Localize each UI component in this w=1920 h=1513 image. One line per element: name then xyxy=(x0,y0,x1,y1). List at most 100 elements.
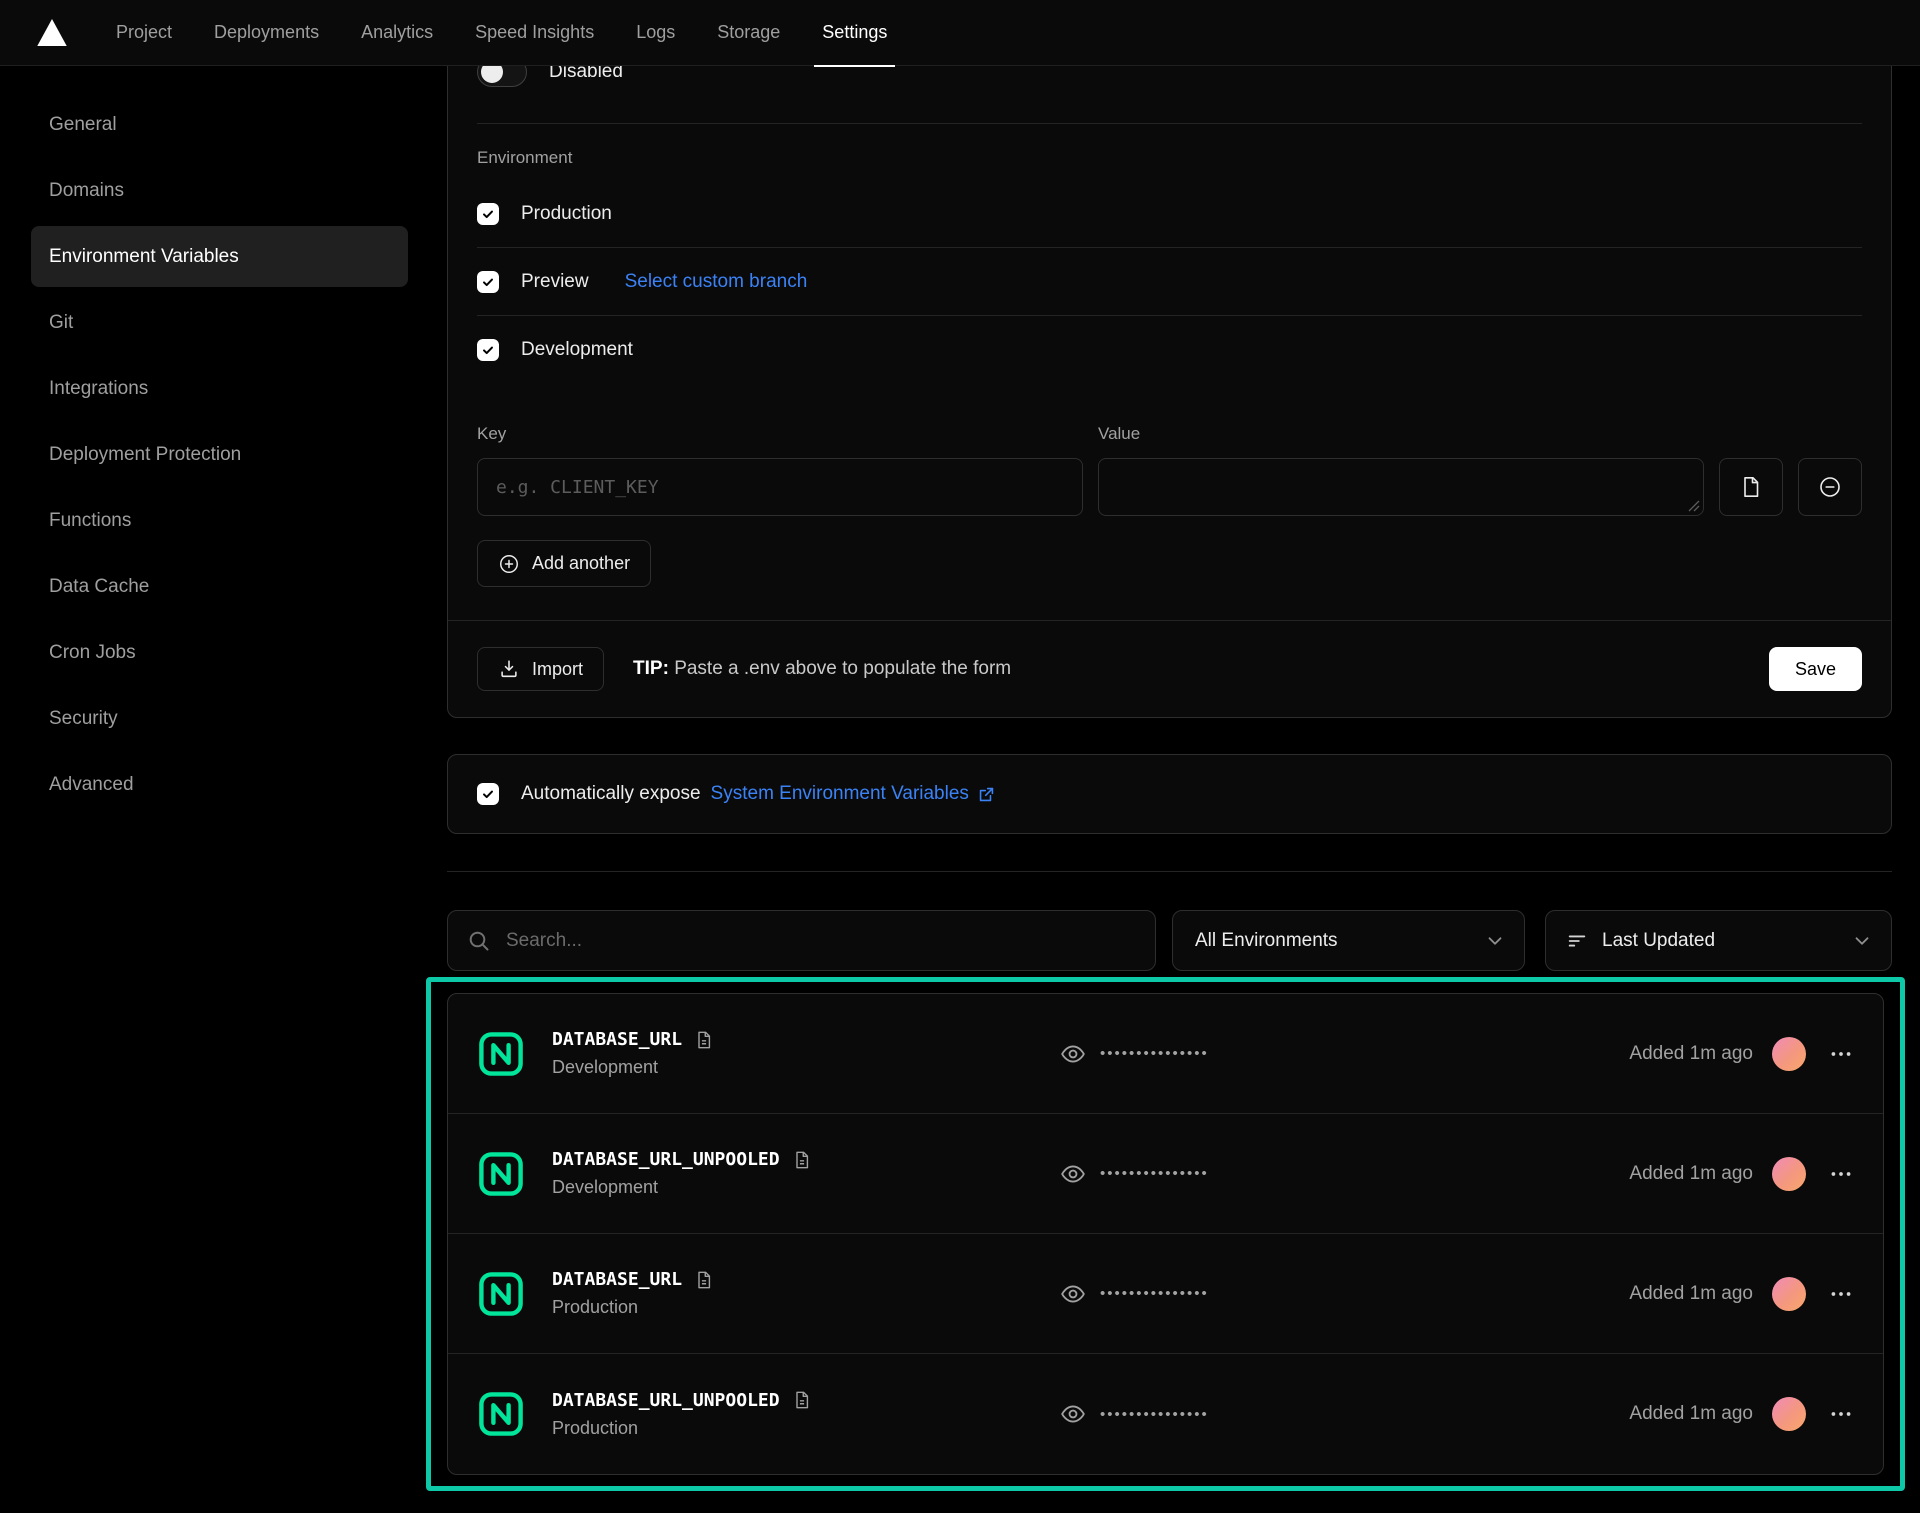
ellipsis-icon xyxy=(1828,1281,1854,1307)
key-input[interactable] xyxy=(477,458,1083,516)
value-input-wrapper xyxy=(1098,458,1704,516)
env-var-row: DATABASE_URL_UNPOOLED Development ••••••… xyxy=(448,1114,1883,1234)
tab-deployments[interactable]: Deployments xyxy=(193,0,340,66)
env-var-editor: Disabled Environment Production Preview … xyxy=(447,36,1892,718)
sidebar-item-integrations[interactable]: Integrations xyxy=(31,358,408,419)
sidebar-item-environment-variables[interactable]: Environment Variables xyxy=(31,226,408,287)
sidebar-item-security[interactable]: Security xyxy=(31,688,408,749)
value-mask: ••••••••••••••• xyxy=(1100,1165,1209,1182)
sidebar-item-cron-jobs[interactable]: Cron Jobs xyxy=(31,622,408,683)
sort-lines-icon xyxy=(1566,930,1588,952)
file-icon xyxy=(1739,475,1763,499)
production-label: Production xyxy=(521,203,612,225)
divider xyxy=(447,871,1892,872)
environment-section-label: Environment xyxy=(477,148,1862,168)
added-timestamp: Added 1m ago xyxy=(1629,1163,1753,1185)
vercel-logo-icon[interactable] xyxy=(37,19,67,46)
variable-environment: Production xyxy=(552,1418,812,1439)
production-checkbox[interactable] xyxy=(477,203,499,225)
variable-name: DATABASE_URL_UNPOOLED xyxy=(552,1149,780,1170)
env-var-row: DATABASE_URL Development •••••••••••••••… xyxy=(448,994,1883,1114)
ellipsis-icon xyxy=(1828,1041,1854,1067)
variable-name: DATABASE_URL xyxy=(552,1029,682,1050)
neon-icon xyxy=(477,1150,525,1198)
avatar xyxy=(1772,1397,1806,1431)
variable-name: DATABASE_URL_UNPOOLED xyxy=(552,1390,780,1411)
system-env-label: Automatically expose xyxy=(521,783,701,805)
sidebar-item-deployment-protection[interactable]: Deployment Protection xyxy=(31,424,408,485)
sort-dropdown[interactable]: Last Updated xyxy=(1545,910,1892,971)
value-input[interactable] xyxy=(1099,459,1703,515)
file-icon[interactable] xyxy=(694,1270,714,1290)
tab-analytics[interactable]: Analytics xyxy=(340,0,454,66)
sidebar-item-advanced[interactable]: Advanced xyxy=(31,754,408,815)
file-icon[interactable] xyxy=(792,1390,812,1410)
select-custom-branch-link[interactable]: Select custom branch xyxy=(625,271,808,293)
file-icon[interactable] xyxy=(792,1150,812,1170)
paste-env-file-button[interactable] xyxy=(1719,458,1783,516)
system-env-link[interactable]: System Environment Variables xyxy=(711,783,996,805)
tab-speed-insights[interactable]: Speed Insights xyxy=(454,0,615,66)
environment-option-preview: Preview Select custom branch xyxy=(477,248,1862,316)
env-var-row: DATABASE_URL Production ••••••••••••••• … xyxy=(448,1234,1883,1354)
search-input[interactable] xyxy=(447,910,1156,971)
tab-project[interactable]: Project xyxy=(95,0,193,66)
preview-checkbox[interactable] xyxy=(477,271,499,293)
resize-handle-icon[interactable] xyxy=(1688,500,1700,512)
top-nav: Project Deployments Analytics Speed Insi… xyxy=(0,0,1920,66)
external-link-icon xyxy=(977,785,996,804)
variable-environment: Development xyxy=(552,1177,812,1198)
settings-sidebar: General Domains Environment Variables Gi… xyxy=(0,66,447,820)
row-menu-button[interactable] xyxy=(1828,1281,1854,1307)
check-icon xyxy=(481,207,495,221)
eye-icon[interactable] xyxy=(1060,1281,1086,1307)
env-var-row: DATABASE_URL_UNPOOLED Production •••••••… xyxy=(448,1354,1883,1474)
filters-row: All Environments Last Updated xyxy=(447,910,1892,971)
neon-icon xyxy=(477,1390,525,1438)
row-menu-button[interactable] xyxy=(1828,1401,1854,1427)
eye-icon[interactable] xyxy=(1060,1401,1086,1427)
sidebar-item-functions[interactable]: Functions xyxy=(31,490,408,551)
main-content: Disabled Environment Production Preview … xyxy=(447,66,1920,1491)
value-label: Value xyxy=(1098,424,1704,444)
avatar xyxy=(1772,1277,1806,1311)
chevron-down-icon xyxy=(1851,930,1873,952)
neon-icon xyxy=(477,1270,525,1318)
environment-option-production: Production xyxy=(477,180,1862,248)
check-icon xyxy=(481,275,495,289)
avatar xyxy=(1772,1037,1806,1071)
tab-storage[interactable]: Storage xyxy=(696,0,801,66)
search-icon xyxy=(467,929,491,953)
sidebar-item-domains[interactable]: Domains xyxy=(31,160,408,221)
env-var-list: DATABASE_URL Development •••••••••••••••… xyxy=(447,993,1884,1475)
remove-row-button[interactable] xyxy=(1798,458,1862,516)
save-button[interactable]: Save xyxy=(1769,647,1862,691)
check-icon xyxy=(481,343,495,357)
row-menu-button[interactable] xyxy=(1828,1041,1854,1067)
search-wrapper xyxy=(447,910,1156,971)
preview-label: Preview xyxy=(521,271,589,293)
added-timestamp: Added 1m ago xyxy=(1629,1283,1753,1305)
sidebar-item-git[interactable]: Git xyxy=(31,292,408,353)
avatar xyxy=(1772,1157,1806,1191)
tab-settings[interactable]: Settings xyxy=(801,0,908,66)
value-mask: ••••••••••••••• xyxy=(1100,1285,1209,1302)
file-icon[interactable] xyxy=(694,1030,714,1050)
minus-circle-icon xyxy=(1818,475,1842,499)
eye-icon[interactable] xyxy=(1060,1161,1086,1187)
development-checkbox[interactable] xyxy=(477,339,499,361)
key-label: Key xyxy=(477,424,1083,444)
tab-logs[interactable]: Logs xyxy=(615,0,696,66)
sidebar-item-general[interactable]: General xyxy=(31,94,408,155)
row-menu-button[interactable] xyxy=(1828,1161,1854,1187)
system-env-checkbox[interactable] xyxy=(477,783,499,805)
add-another-button[interactable]: Add another xyxy=(477,540,651,587)
eye-icon[interactable] xyxy=(1060,1041,1086,1067)
import-button[interactable]: Import xyxy=(477,647,604,691)
ellipsis-icon xyxy=(1828,1161,1854,1187)
environment-filter-dropdown[interactable]: All Environments xyxy=(1172,910,1525,971)
variable-environment: Production xyxy=(552,1297,714,1318)
value-mask: ••••••••••••••• xyxy=(1100,1045,1209,1062)
sidebar-item-data-cache[interactable]: Data Cache xyxy=(31,556,408,617)
download-icon xyxy=(498,658,520,680)
